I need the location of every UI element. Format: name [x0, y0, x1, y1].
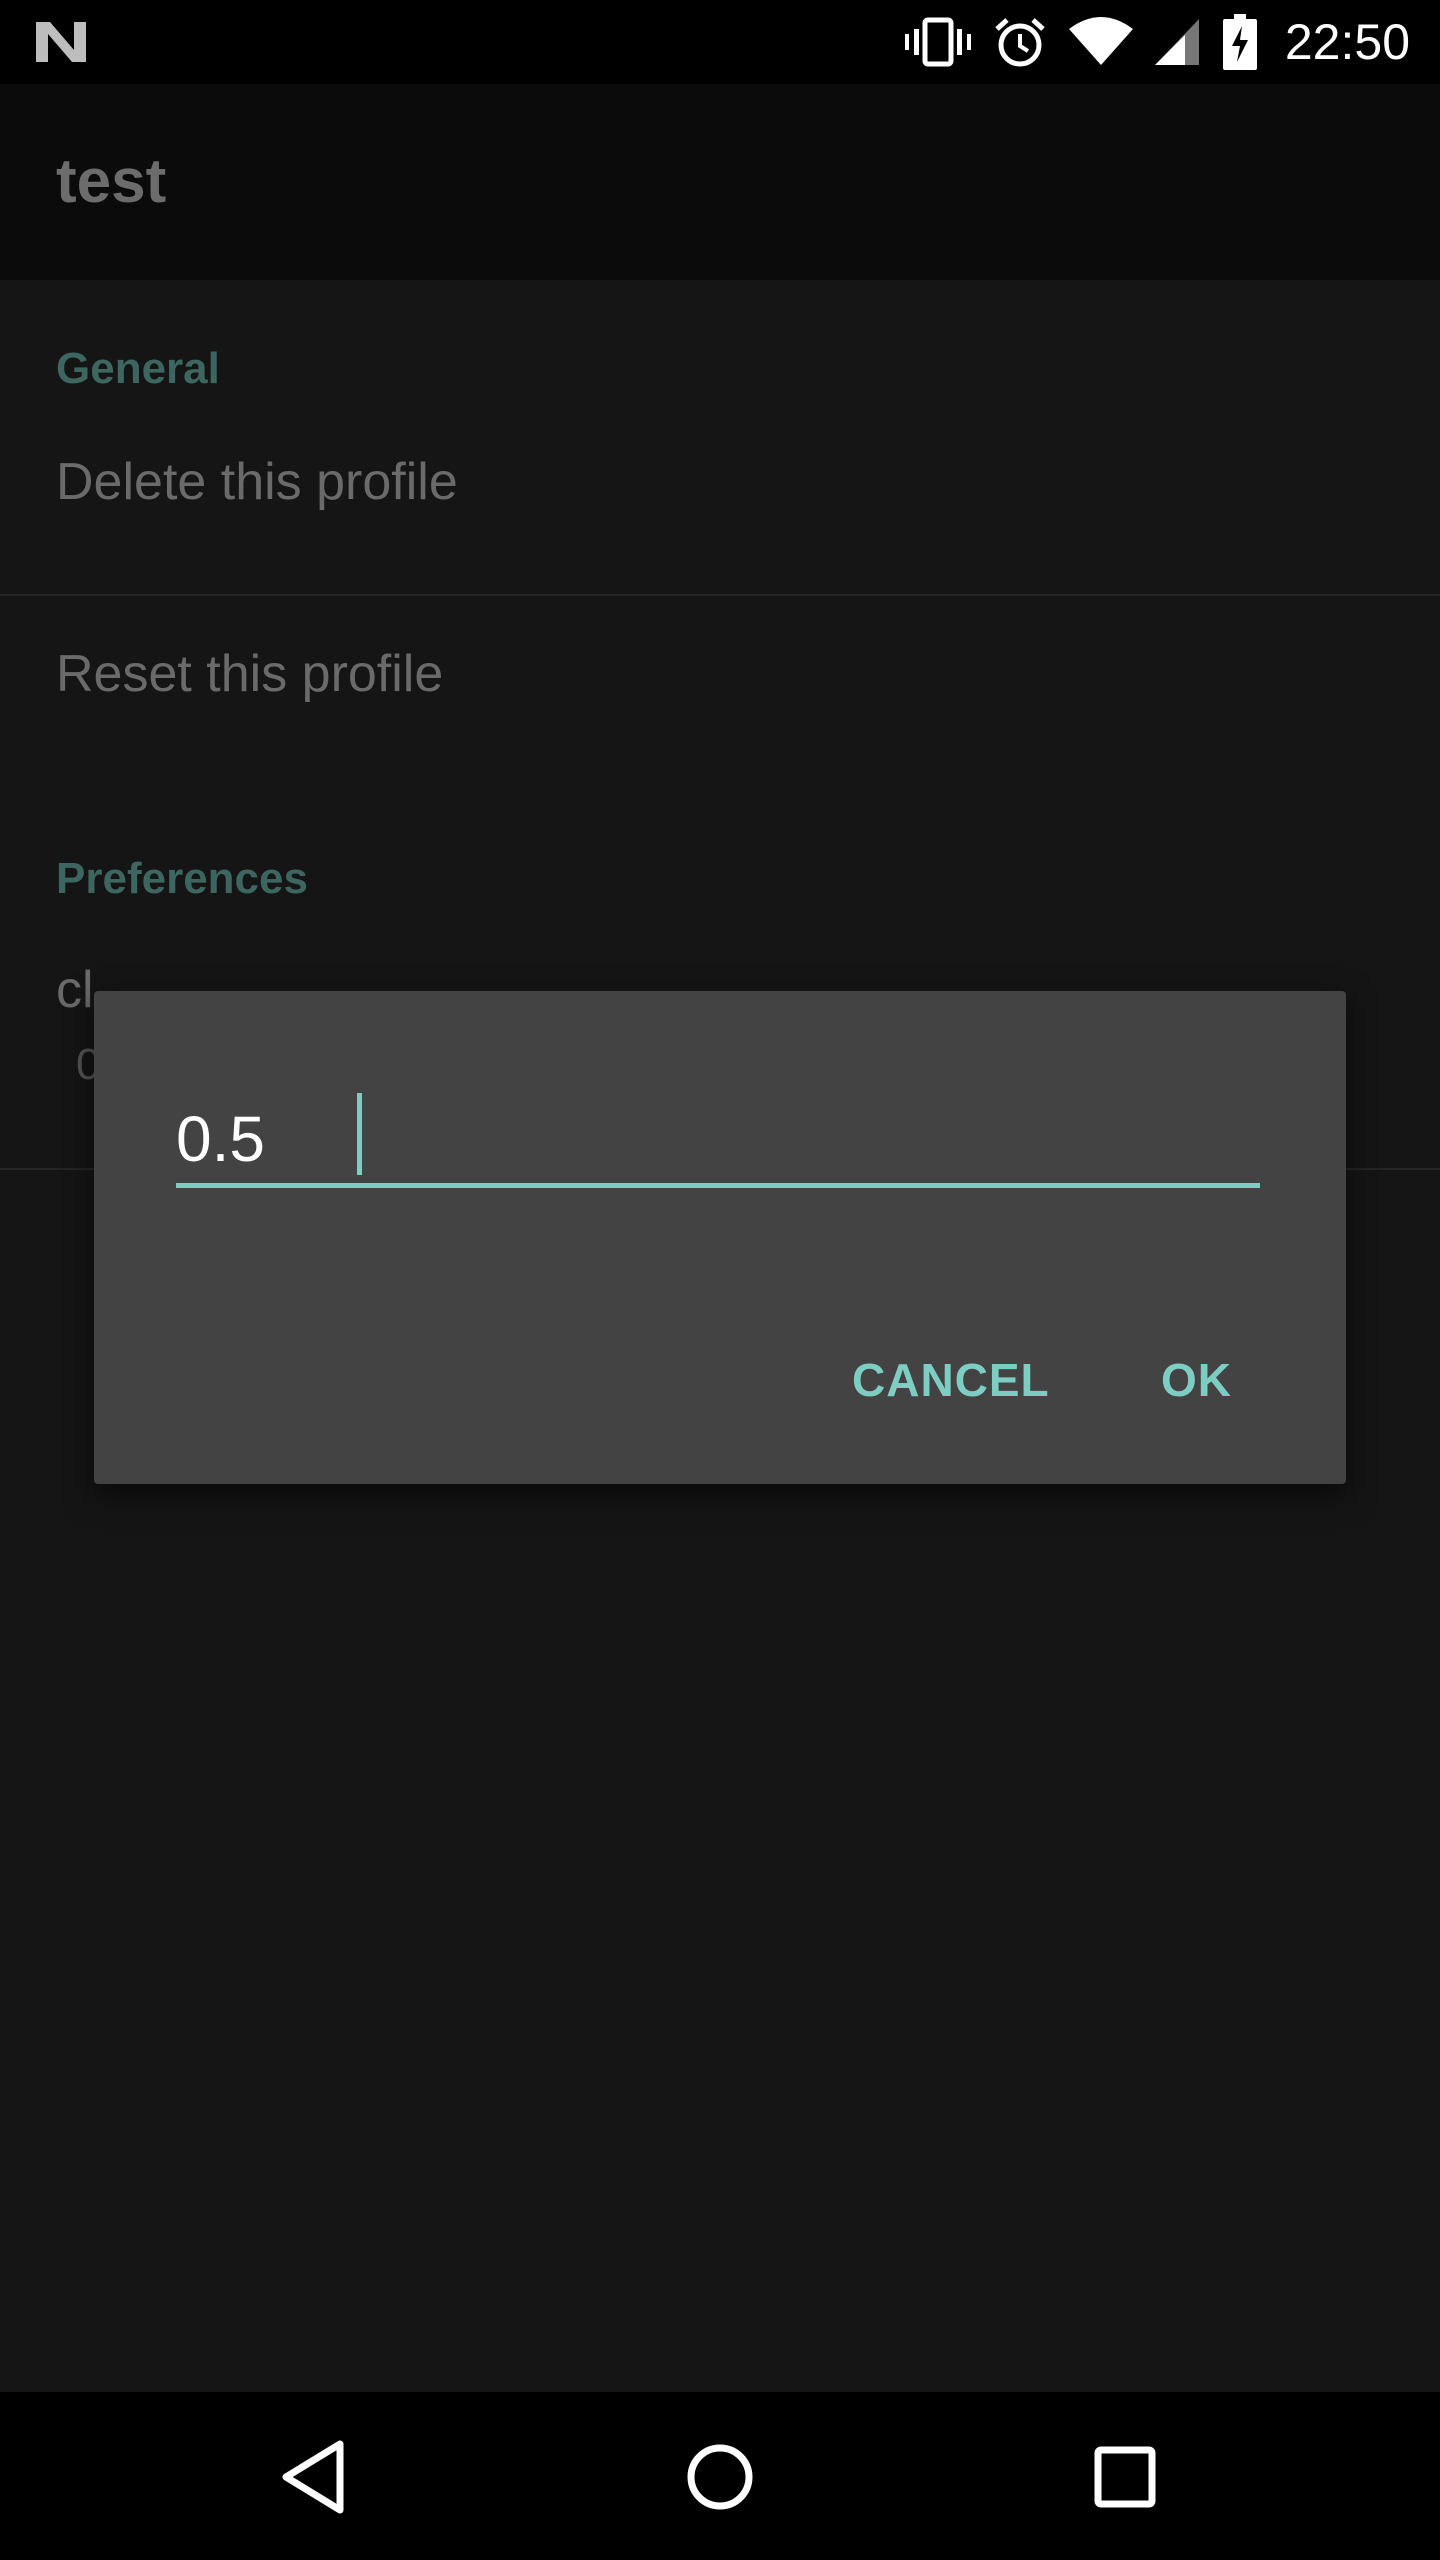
reset-profile-label: Reset this profile — [56, 645, 444, 703]
status-bar: 22:50 — [0, 0, 1440, 84]
reset-profile-item[interactable]: Reset this profile — [0, 596, 1440, 786]
back-icon[interactable] — [270, 2432, 360, 2522]
signal-icon — [1154, 19, 1199, 65]
delete-profile-label: Delete this profile — [56, 453, 458, 511]
cancel-button[interactable]: CANCEL — [852, 1353, 1050, 1407]
wifi-icon — [1068, 17, 1133, 65]
vibrate-icon — [904, 17, 971, 67]
alarm-icon — [995, 18, 1045, 67]
status-time: 22:50 — [1284, 14, 1410, 70]
battery-charging-icon — [1222, 14, 1257, 70]
n-logo-icon — [36, 22, 86, 62]
ok-button[interactable]: OK — [1161, 1353, 1232, 1407]
text-cursor — [357, 1093, 362, 1175]
delete-profile-item[interactable]: Delete this profile — [0, 410, 1440, 594]
category-preferences: Preferences — [56, 854, 308, 903]
navigation-bar — [0, 2392, 1440, 2560]
value-input[interactable] — [176, 1091, 1260, 1188]
category-general: General — [56, 344, 220, 393]
edit-text-dialog: 0.5 CANCEL OK — [94, 991, 1346, 1484]
home-icon[interactable] — [675, 2432, 765, 2522]
app-toolbar: test — [0, 84, 1440, 280]
preference-title: cl — [56, 961, 94, 1019]
value-input-text: 0.5 — [176, 1103, 265, 1175]
recents-icon[interactable] — [1080, 2432, 1170, 2522]
page-title: test — [56, 147, 167, 216]
